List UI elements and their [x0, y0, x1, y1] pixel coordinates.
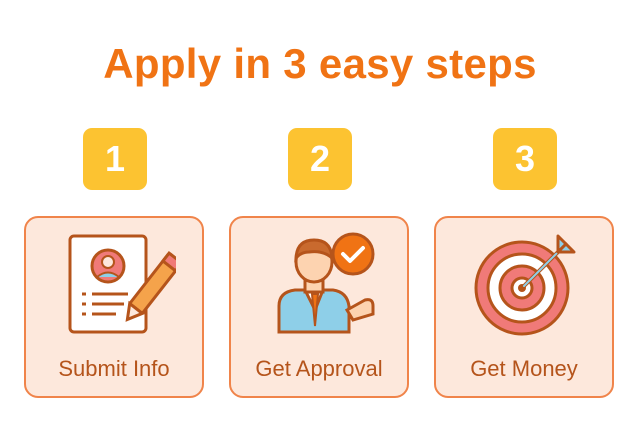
step-2-label: Get Approval — [255, 356, 383, 381]
step-2-card: Get Approval — [229, 216, 409, 398]
step-1-badge: 1 — [83, 128, 147, 190]
step-3-label: Get Money — [470, 356, 578, 381]
target-dart-icon — [474, 234, 576, 336]
person-checkmark-icon — [277, 232, 375, 334]
step-3-badge: 3 — [493, 128, 557, 190]
page-title: Apply in 3 easy steps — [103, 40, 537, 87]
step-1-label: Submit Info — [58, 356, 170, 381]
step-1-card: Submit Info — [24, 216, 204, 398]
document-pencil-icon — [68, 234, 176, 334]
step-2-badge: 2 — [288, 128, 352, 190]
step-3-card: Get Money — [434, 216, 614, 398]
